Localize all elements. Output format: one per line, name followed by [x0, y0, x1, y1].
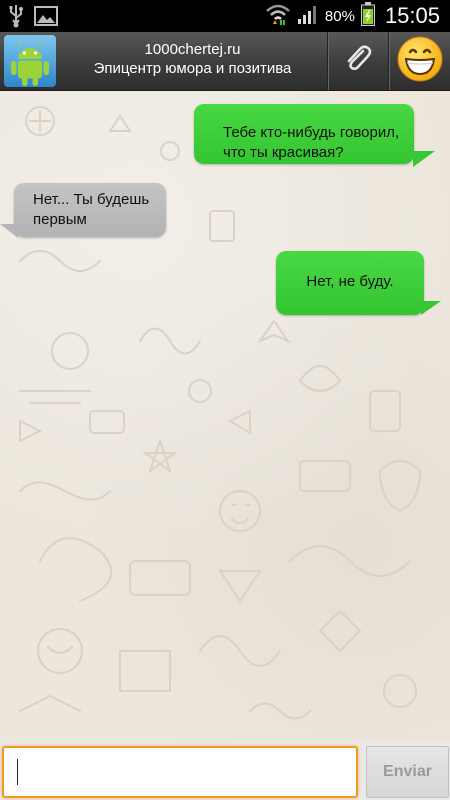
- status-bar: 80% 15:05: [0, 0, 450, 32]
- chat-title-line1: 1000chertej.ru: [144, 41, 241, 58]
- send-button[interactable]: Enviar: [366, 746, 449, 798]
- image-icon: [34, 6, 58, 31]
- message-text-line: что ты красивая?: [223, 144, 344, 161]
- message-text: Нет, не буду.: [306, 273, 394, 290]
- usb-icon: [8, 4, 24, 33]
- message-text-line: Тебе кто-нибудь говорил,: [223, 124, 400, 141]
- message-input-box[interactable]: [2, 746, 358, 798]
- clock: 15:05: [384, 3, 440, 28]
- wifi-icon: [265, 2, 291, 31]
- android-icon[interactable]: [4, 35, 56, 87]
- smiley-icon: [396, 35, 444, 88]
- header-divider: [327, 32, 328, 90]
- chat-title-line2: Эпицентр юмора и позитива: [93, 60, 292, 77]
- chat-area[interactable]: Тебе кто-нибудь говорил, что ты красивая…: [0, 91, 450, 741]
- text-caret: [17, 759, 18, 785]
- message-text: Нет... Ты будешь первым: [33, 190, 163, 230]
- header-divider: [388, 32, 389, 90]
- message-text-line: Нет... Ты будешь: [33, 191, 150, 208]
- emoji-button[interactable]: [390, 32, 450, 90]
- battery-percent: 80%: [324, 7, 355, 25]
- message-input[interactable]: [14, 751, 348, 793]
- bubble-tail: [413, 151, 435, 167]
- message-text-line: первым: [33, 211, 87, 228]
- composer-bar: Enviar: [0, 741, 450, 800]
- message-bubble-incoming[interactable]: Нет... Ты будешь первым: [14, 183, 166, 237]
- paperclip-icon: [341, 42, 375, 81]
- message-bubble-outgoing[interactable]: Нет, не буду.: [276, 251, 424, 315]
- signal-icon: [297, 3, 319, 30]
- bubble-tail: [421, 301, 441, 315]
- attach-button[interactable]: [329, 32, 387, 90]
- battery-charging-icon: [360, 1, 375, 31]
- bubble-tail: [0, 224, 18, 238]
- chat-header: 1000chertej.ru Эпицентр юмора и позитива: [0, 32, 450, 91]
- chat-title[interactable]: 1000chertej.ru Эпицентр юмора и позитива: [60, 40, 325, 78]
- message-text: Тебе кто-нибудь говорил, что ты красивая…: [223, 123, 413, 163]
- message-bubble-outgoing[interactable]: Тебе кто-нибудь говорил, что ты красивая…: [194, 104, 414, 164]
